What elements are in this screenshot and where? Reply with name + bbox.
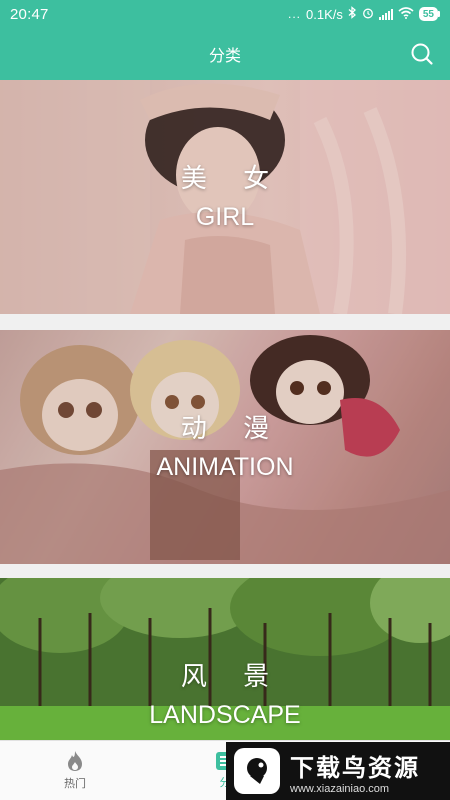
battery-icon: 55: [418, 7, 440, 21]
app-screen: 20:47 ... 0.1K/s 55 分类 美 女 GIRL 动 漫 ANIM…: [0, 0, 450, 800]
status-indicators: ... 0.1K/s 55: [288, 6, 440, 22]
watermark-title: 下载鸟资源: [290, 753, 420, 782]
category-title-en: GIRL: [195, 203, 255, 231]
category-card-girl[interactable]: 美 女 GIRL: [0, 80, 450, 314]
category-list[interactable]: 美 女 GIRL 动 漫 ANIMATION 风 景 LANDSCAPE: [0, 80, 450, 740]
alarm-icon: [362, 7, 374, 22]
search-button[interactable]: [410, 42, 434, 66]
animation-artwork: [0, 330, 450, 564]
category-title-en: ANIMATION: [156, 453, 294, 481]
category-card-animation[interactable]: 动 漫 ANIMATION: [0, 330, 450, 564]
girl-photo: [0, 80, 450, 314]
page-title: 分类: [208, 46, 241, 65]
wifi-icon: [398, 6, 414, 22]
category-card-landscape[interactable]: 风 景 LANDSCAPE: [0, 578, 450, 740]
category-title-cn: 风 景: [180, 662, 284, 692]
search-icon: [411, 43, 433, 65]
network-speed: 0.1K/s: [306, 6, 343, 22]
nav-bar: 分类: [0, 28, 450, 80]
signal-icon: [378, 8, 393, 20]
bluetooth-icon: [348, 6, 357, 22]
bird-logo-icon: [234, 748, 280, 794]
tab-hot[interactable]: 热门: [0, 741, 150, 800]
battery-level: 55: [418, 7, 438, 21]
category-title-cn: 动 漫: [180, 414, 284, 444]
notification-dots: ...: [288, 7, 302, 21]
status-time: 20:47: [10, 5, 49, 23]
status-bar: 20:47 ... 0.1K/s 55: [0, 0, 450, 28]
watermark-url: www.xiazainiao.com: [290, 782, 390, 795]
site-watermark: 下载鸟资源 www.xiazainiao.com: [226, 742, 450, 800]
watermark-text: 下载鸟资源 www.xiazainiao.com: [290, 748, 420, 795]
tab-hot-label: 热门: [64, 777, 86, 790]
category-title-en: LANDSCAPE: [149, 701, 301, 729]
category-title-cn: 美 女: [180, 164, 284, 194]
flame-icon: [68, 751, 82, 771]
